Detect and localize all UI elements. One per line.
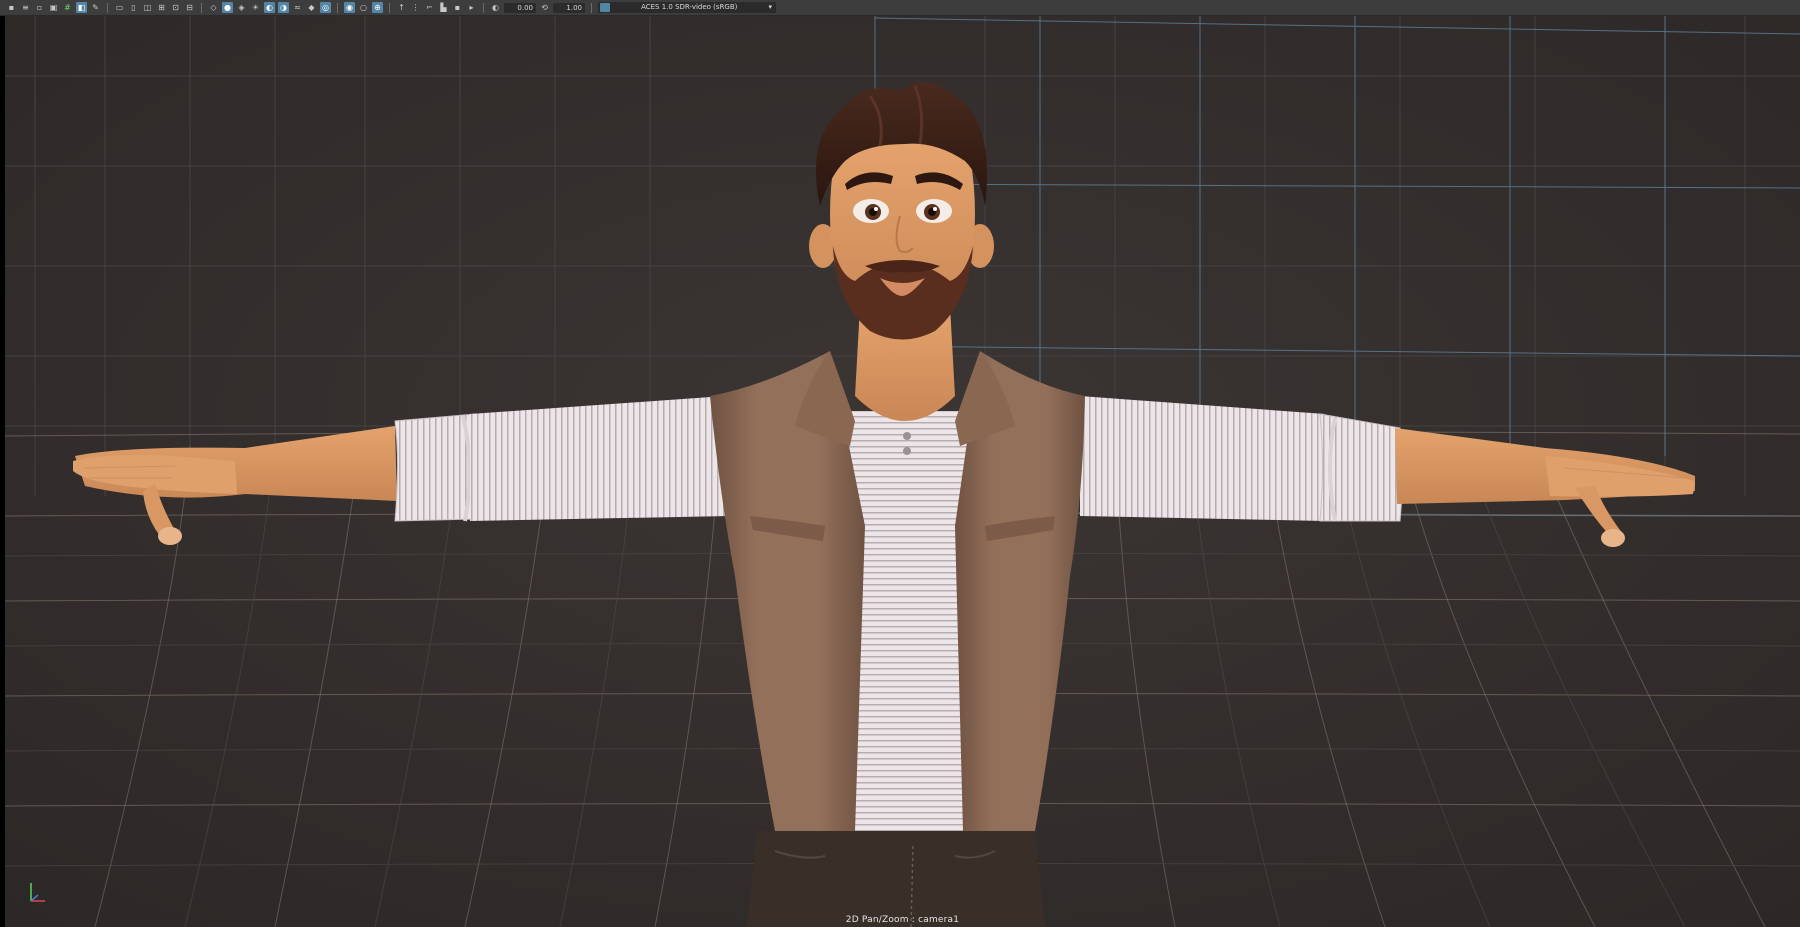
exposure-field[interactable]: 0.00 (504, 2, 536, 13)
shadows-icon[interactable]: ◐ (264, 2, 275, 13)
pivot-icon[interactable]: ⋮ (410, 2, 421, 13)
smooth-shade-icon[interactable]: ● (222, 2, 233, 13)
pants (747, 831, 1045, 927)
film-gate-icon[interactable]: ▭ (114, 2, 125, 13)
maya-window: ▪ ≡ ▫ ▣ # ◧ ✎ ▭ ▯ ◫ ⊞ ⊡ ⊟ ◇ ● ◈ ☀ ◐ ◑ ≈ … (0, 0, 1800, 927)
safe-action-icon[interactable]: ⊡ (170, 2, 181, 13)
depth-of-field-icon[interactable]: ◎ (320, 2, 331, 13)
grid-toggle-icon[interactable]: # (62, 2, 73, 13)
field-chart-icon[interactable]: ⊞ (156, 2, 167, 13)
viewport-panel[interactable]: 2D Pan/Zoom : camera1 (5, 16, 1800, 927)
xray-joints-icon[interactable]: ⊕ (372, 2, 383, 13)
textured-icon[interactable]: ◈ (236, 2, 247, 13)
chevron-down-icon: ▾ (768, 3, 772, 11)
playblast-icon[interactable]: ▸ (466, 2, 477, 13)
resolution-gate-icon[interactable]: ▯ (128, 2, 139, 13)
ambient-occlusion-icon[interactable]: ◑ (278, 2, 289, 13)
color-space-dropdown[interactable]: ACES 1.0 SDR-video (sRGB) ▾ (598, 2, 776, 13)
isolate-select-icon[interactable]: ◉ (344, 2, 355, 13)
gamma-icon[interactable]: ⟲ (539, 2, 550, 13)
motion-blur-icon[interactable]: ≈ (292, 2, 303, 13)
camera-select-icon[interactable]: ▪ (6, 2, 17, 13)
exposure-icon[interactable]: ◐ (490, 2, 501, 13)
snapshot-icon[interactable]: ▪ (452, 2, 463, 13)
toolbar-divider (483, 2, 484, 13)
viewport-toolbar: ▪ ≡ ▫ ▣ # ◧ ✎ ▭ ▯ ◫ ⊞ ⊡ ⊟ ◇ ● ◈ ☀ ◐ ◑ ≈ … (0, 0, 1800, 16)
xray-icon[interactable]: ○ (358, 2, 369, 13)
anti-aliasing-icon[interactable]: ◆ (306, 2, 317, 13)
gamma-field[interactable]: 1.00 (553, 2, 585, 13)
camera-attributes-icon[interactable]: ≡ (20, 2, 31, 13)
grease-pencil-icon[interactable]: ✎ (90, 2, 101, 13)
camera-hud-label: 2D Pan/Zoom : camera1 (845, 915, 960, 925)
lights-icon[interactable]: ☀ (250, 2, 261, 13)
pan-zoom-icon[interactable]: ◧ (76, 2, 87, 13)
bookmark-icon[interactable]: ▫ (34, 2, 45, 13)
image-plane-icon[interactable]: ▣ (48, 2, 59, 13)
toolbar-divider (201, 2, 202, 13)
frame-selection-icon[interactable]: ⌐ (424, 2, 435, 13)
gate-mask-icon[interactable]: ◫ (142, 2, 153, 13)
wireframe-icon[interactable]: ◇ (208, 2, 219, 13)
color-management-icon[interactable] (600, 3, 610, 12)
toolbar-divider (389, 2, 390, 13)
toolbar-divider (591, 2, 592, 13)
axis-gizmo-icon (30, 883, 45, 902)
safe-title-icon[interactable]: ⊟ (184, 2, 195, 13)
viewport-scene[interactable] (5, 16, 1800, 927)
color-space-label: ACES 1.0 SDR-video (sRGB) (641, 3, 738, 11)
toolbar-divider (107, 2, 108, 13)
frame-all-icon[interactable]: ▙ (438, 2, 449, 13)
toolbar-divider (337, 2, 338, 13)
arrow-icon[interactable]: ↑ (396, 2, 407, 13)
